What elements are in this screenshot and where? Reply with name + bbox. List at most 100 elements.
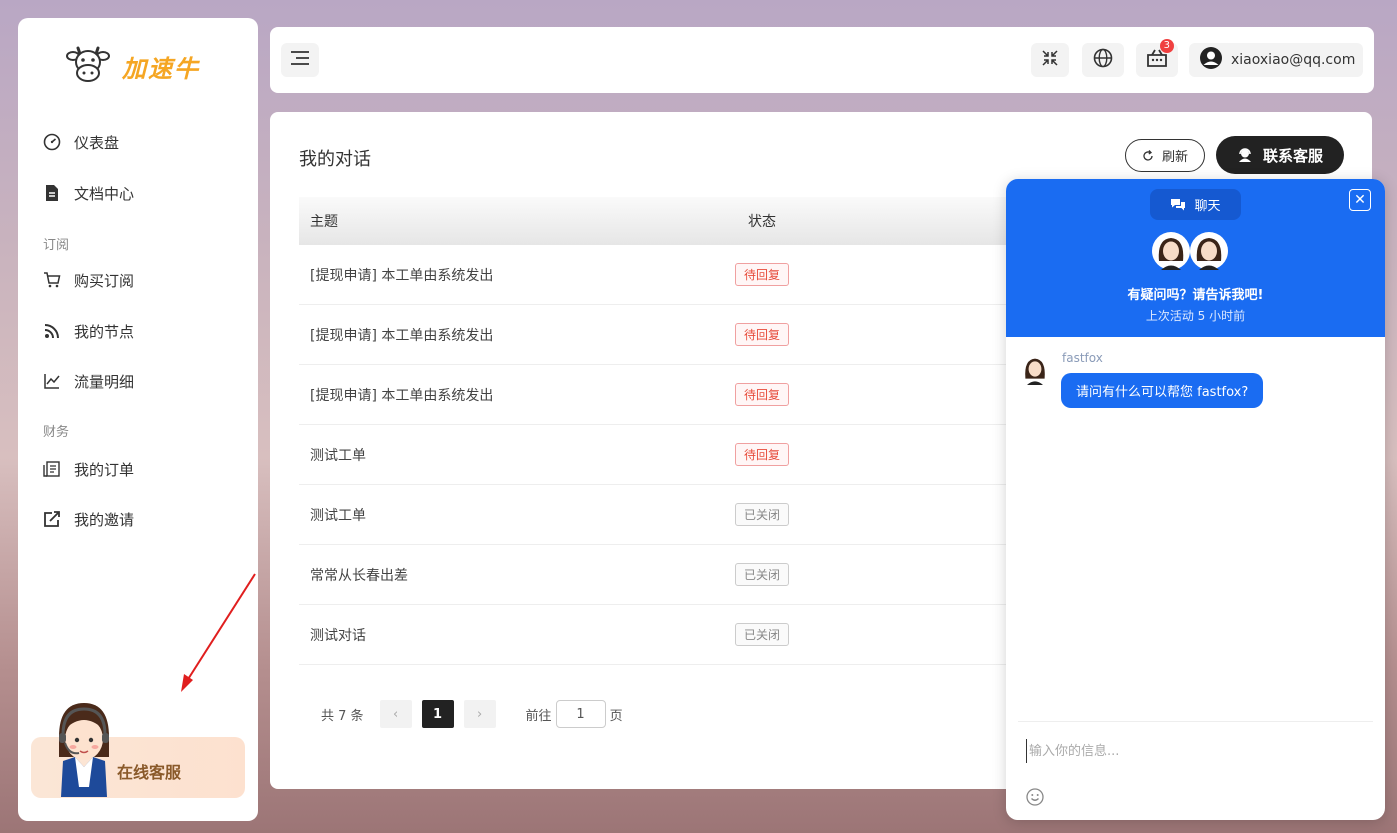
column-header-subject: 主题	[310, 214, 338, 230]
sidebar-item-nodes[interactable]: 我的节点	[43, 319, 134, 343]
sidebar-item-traffic[interactable]: 流量明细	[43, 369, 134, 393]
chat-bubbles-icon	[1170, 198, 1186, 212]
page-number-current[interactable]: 1	[421, 700, 454, 728]
brand-name: 加速牛	[122, 54, 200, 83]
message-sender: fastfox	[1062, 351, 1103, 365]
goto-prefix: 前往	[525, 708, 552, 724]
cart-icon	[43, 271, 61, 289]
sidebar-item-docs[interactable]: 文档中心	[43, 181, 134, 205]
prev-page-button[interactable]: ‹	[379, 700, 412, 728]
ticket-status-cell: 待回复	[712, 323, 812, 346]
user-email: xiaoxiao@qq.com	[1231, 52, 1356, 68]
user-menu[interactable]: xiaoxiao@qq.com	[1189, 43, 1363, 77]
sidebar-item-label: 我的订单	[74, 460, 135, 479]
status-badge: 待回复	[734, 443, 789, 466]
goto-page-input[interactable]	[555, 700, 606, 728]
online-support-button[interactable]: 在线客服	[31, 703, 245, 798]
compress-icon	[1042, 50, 1058, 70]
message-bubble: 请问有什么可以帮您 fastfox?	[1061, 373, 1264, 408]
order-icon	[43, 460, 61, 478]
chat-tab-label: 聊天	[1194, 199, 1221, 214]
status-badge: 待回复	[734, 383, 789, 406]
chat-header: 聊天 ✕ 有疑问吗？请告诉我吧! 上次活动 5 小时前	[1006, 179, 1385, 337]
ticket-status-cell: 待回复	[712, 443, 812, 466]
chevron-right-icon: ›	[476, 706, 483, 722]
status-badge: 待回复	[734, 323, 789, 346]
agent-avatar-icon	[1151, 231, 1191, 275]
status-badge: 已关闭	[734, 623, 789, 646]
chat-question: 有疑问吗？请告诉我吧!	[1127, 288, 1264, 303]
logo[interactable]: 加速牛	[66, 42, 200, 90]
refresh-icon	[1142, 149, 1154, 162]
rss-icon	[43, 322, 61, 340]
ticket-subject: 测试工单	[310, 507, 366, 524]
ticket-status-cell: 已关闭	[712, 503, 812, 526]
ticket-subject: 测试对话	[310, 627, 366, 644]
document-icon	[43, 184, 61, 202]
chat-tab[interactable]: 聊天	[1150, 189, 1241, 220]
share-icon	[43, 510, 61, 528]
sidebar-item-dashboard[interactable]: 仪表盘	[43, 130, 119, 154]
ticket-status-cell: 待回复	[712, 383, 812, 406]
dashboard-icon	[43, 133, 61, 151]
fullscreen-button[interactable]	[1031, 43, 1069, 77]
chat-message-input[interactable]	[1026, 739, 1366, 763]
refresh-button[interactable]: 刷新	[1125, 139, 1205, 172]
pagination-total: 共 7 条	[321, 708, 364, 724]
pagination: 共 7 条 ‹ 1 › 前往 页	[321, 700, 623, 728]
ticket-status-cell: 已关闭	[712, 563, 812, 586]
next-page-button[interactable]: ›	[463, 700, 496, 728]
contact-support-button[interactable]: 联系客服	[1216, 136, 1344, 174]
ticket-status-cell: 已关闭	[712, 623, 812, 646]
sidebar-item-label: 仪表盘	[74, 133, 120, 152]
refresh-label: 刷新	[1161, 150, 1188, 165]
status-badge: 已关闭	[734, 503, 789, 526]
cart-count-badge: 3	[1159, 39, 1174, 53]
ticket-subject: 常常从长春出差	[310, 567, 408, 584]
chat-widget: 聊天 ✕ 有疑问吗？请告诉我吧! 上次活动 5 小时前 fastfox 请问有什…	[1006, 179, 1385, 820]
sidebar-item-label: 文档中心	[74, 184, 135, 203]
online-support-label: 在线客服	[117, 763, 182, 782]
status-badge: 待回复	[734, 263, 789, 286]
status-badge: 已关闭	[734, 563, 789, 586]
annotation-arrow	[181, 573, 256, 692]
language-button[interactable]	[1082, 43, 1124, 77]
chat-last-active: 上次活动 5 小时前	[1145, 309, 1246, 323]
cow-logo-icon	[66, 42, 110, 90]
chat-close-button[interactable]: ✕	[1349, 189, 1371, 211]
sidebar-item-label: 我的节点	[74, 322, 135, 341]
nav-group-subscription: 订阅	[43, 238, 70, 253]
menu-toggle-button[interactable]	[281, 43, 319, 77]
globe-icon	[1093, 48, 1113, 72]
sidebar-item-orders[interactable]: 我的订单	[43, 457, 134, 481]
ticket-subject: [提现申请] 本工单由系统发出	[310, 387, 494, 404]
support-avatar-icon	[53, 697, 115, 801]
page-title: 我的对话	[299, 149, 371, 170]
sidebar-item-label: 购买订阅	[74, 271, 135, 290]
sidebar-item-label: 我的邀请	[74, 510, 135, 529]
emoji-icon[interactable]	[1026, 788, 1044, 810]
sidebar-item-label: 流量明细	[74, 372, 135, 391]
ticket-status-cell: 待回复	[712, 263, 812, 286]
goto-suffix: 页	[609, 708, 623, 724]
ticket-subject: 测试工单	[310, 447, 366, 464]
sidebar-item-buy-subscription[interactable]: 购买订阅	[43, 268, 134, 292]
contact-support-label: 联系客服	[1262, 146, 1323, 165]
chat-divider	[1018, 721, 1373, 722]
agent-avatars	[1151, 231, 1229, 275]
sidebar: 加速牛 仪表盘 文档中心 订阅 购买订阅 我的节点 流量明细 财务 我的订单 我…	[18, 18, 258, 821]
ticket-subject: [提现申请] 本工单由系统发出	[310, 267, 494, 284]
nav-group-finance: 财务	[43, 425, 70, 440]
chevron-left-icon: ‹	[392, 706, 399, 722]
user-avatar-icon	[1199, 46, 1223, 74]
headset-icon	[1237, 147, 1253, 163]
chart-line-icon	[43, 372, 61, 390]
close-icon: ✕	[1354, 192, 1366, 208]
sidebar-item-invites[interactable]: 我的邀请	[43, 507, 134, 531]
agent-avatar-icon	[1019, 353, 1051, 389]
agent-avatar-icon	[1189, 231, 1229, 275]
ticket-subject: [提现申请] 本工单由系统发出	[310, 327, 494, 344]
column-header-status: 状态	[748, 214, 776, 230]
cart-button[interactable]: 3	[1136, 39, 1178, 77]
menu-icon	[290, 51, 310, 69]
